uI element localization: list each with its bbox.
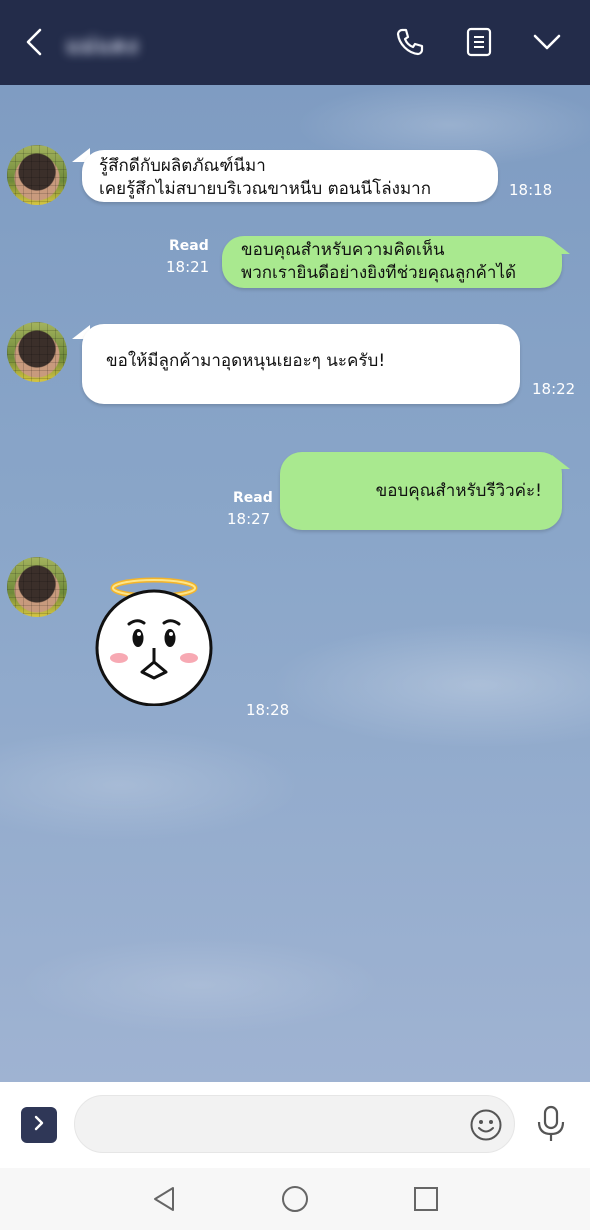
bubble-tail (552, 455, 570, 469)
message-line: รู้สึกดีกับผลิตภัณฑ์นีมา (99, 156, 266, 176)
expand-arrow-icon (32, 1114, 46, 1136)
microphone-icon[interactable] (533, 1104, 569, 1144)
notes-icon[interactable] (459, 22, 499, 62)
chat-header: แม่แดง (0, 0, 590, 85)
contact-avatar[interactable] (7, 557, 67, 617)
angel-sticker[interactable] (94, 576, 218, 707)
message-time: 18:22 (532, 380, 576, 398)
message-time: 18:18 (509, 181, 553, 199)
chat-area[interactable] (0, 85, 590, 1082)
recents-square-icon[interactable] (409, 1182, 443, 1216)
read-status: Read (169, 238, 209, 254)
bubble-tail (552, 240, 570, 254)
read-status: Read (233, 490, 273, 506)
message-line: ขอบคุณสําหรับความคิดเห็น (241, 240, 445, 260)
message-time: 18:27 (227, 510, 271, 528)
emoji-icon[interactable] (469, 1108, 503, 1142)
outgoing-message-bubble[interactable]: ขอบคุณสําหรับรีวิวค่ะ! (280, 452, 562, 530)
contact-avatar[interactable] (7, 322, 67, 382)
contact-name[interactable]: แม่แดง (66, 28, 139, 63)
message-line: ขอให้มีลูกค้ามาอุดหนุนเยอะๆ นะครับ! (106, 351, 386, 371)
outgoing-message-bubble[interactable]: ขอบคุณสําหรับความคิดเห็น พวกเรายินดีอย่า… (222, 236, 562, 288)
message-line: พวกเรายินดีอย่างยิงทีช่วยคุณลูกค้าได้ (241, 263, 517, 283)
back-triangle-icon[interactable] (147, 1182, 181, 1216)
message-line: ขอบคุณสําหรับรีวิวค่ะ! (375, 481, 542, 501)
phone-icon[interactable] (390, 22, 430, 62)
back-arrow-icon[interactable] (14, 22, 54, 62)
expand-menu-button[interactable] (21, 1107, 57, 1143)
contact-avatar[interactable] (7, 145, 67, 205)
incoming-message-bubble[interactable]: ขอให้มีลูกค้ามาอุดหนุนเยอะๆ นะครับ! (82, 324, 520, 404)
message-input[interactable] (74, 1095, 515, 1153)
home-circle-icon[interactable] (278, 1182, 312, 1216)
chevron-down-icon[interactable] (527, 22, 567, 62)
message-line: เคยรู้สึกไม่สบายบริเวณขาหนีบ ตอนนีโล่งมา… (99, 179, 431, 199)
incoming-message-bubble[interactable]: รู้สึกดีกับผลิตภัณฑ์นีมา เคยรู้สึกไม่สบา… (82, 150, 498, 202)
message-time: 18:28 (246, 701, 290, 719)
message-time: 18:21 (166, 258, 210, 276)
